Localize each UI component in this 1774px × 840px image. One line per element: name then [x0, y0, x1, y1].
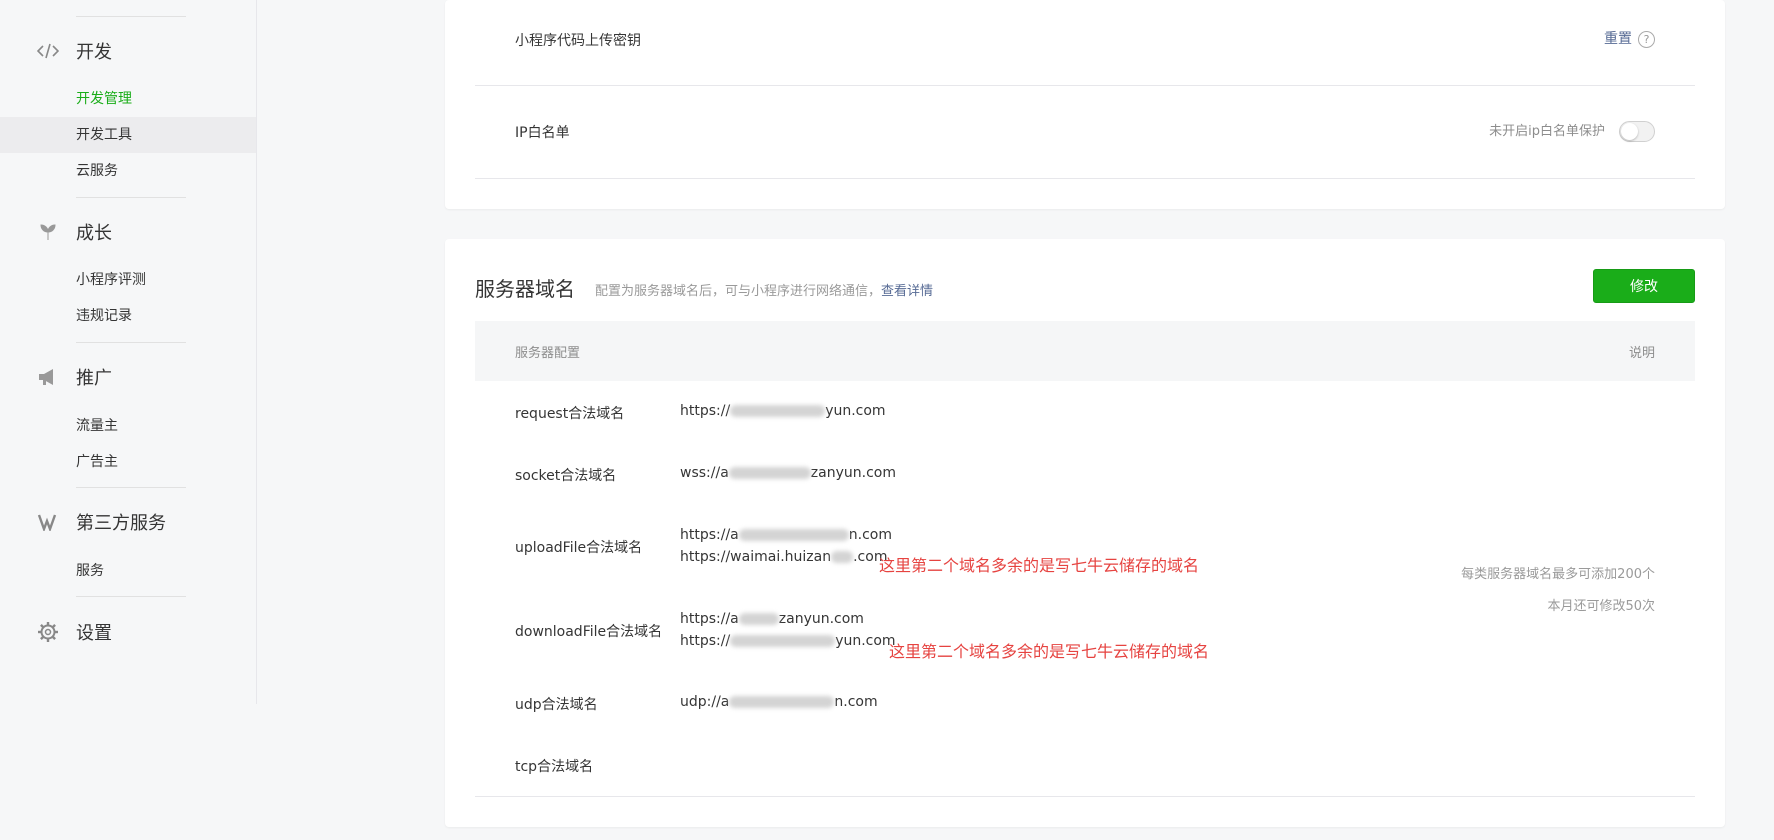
dev-settings-card: 小程序代码上传密钥 重置? IP白名单 未开启ip白名单保护 — [445, 0, 1725, 209]
sidebar-item-evaluation[interactable]: 小程序评测 — [0, 262, 256, 298]
edit-button[interactable]: 修改 — [1593, 269, 1695, 303]
ip-whitelist-label: IP白名单 — [515, 125, 570, 141]
sidebar-group-title: 设置 — [76, 623, 112, 644]
sidebar-group-title: 成长 — [76, 223, 112, 244]
redacted-blur — [738, 529, 849, 541]
socket-domain-value: wss://a zanyun.com — [680, 465, 896, 481]
socket-domain-label: socket合法域名 — [515, 468, 617, 484]
help-icon[interactable]: ? — [1638, 30, 1655, 48]
sidebar-item-traffic-owner[interactable]: 流量主 — [0, 408, 256, 444]
sidebar-item-violations[interactable]: 违规记录 — [0, 298, 256, 334]
request-domain-value: https://yun.com — [680, 403, 886, 419]
sidebar-group-title: 推广 — [76, 368, 112, 389]
toggle-knob — [1621, 123, 1638, 140]
sprout-icon — [36, 220, 60, 244]
view-details-link[interactable]: 查看详情 — [881, 284, 933, 299]
sidebar-group-settings[interactable]: 设置 — [36, 617, 112, 647]
sidebar-group-third-party[interactable]: 第三方服务 — [36, 507, 166, 537]
redacted-blur — [730, 405, 826, 417]
sidebar-group-promotion[interactable]: 推广 — [36, 362, 112, 392]
upload-annotation: 这里第二个域名多余的是写七牛云储存的域名 — [879, 556, 1200, 575]
download-domain-value: https://a zanyun.com https://yun.com — [680, 611, 896, 649]
sidebar-item-dev-manage[interactable]: 开发管理 — [0, 81, 256, 117]
upload-domain-label: uploadFile合法域名 — [515, 540, 643, 556]
section-description: 配置为服务器域名后，可与小程序进行网络通信，查看详情 — [595, 280, 933, 299]
sidebar-group-dev[interactable]: 开发 — [36, 36, 112, 66]
sidebar-item-services[interactable]: 服务 — [0, 553, 256, 589]
download-annotation: 这里第二个域名多余的是写七牛云储存的域名 — [889, 642, 1210, 661]
upload-domain-value: https://a n.com https://waimai.huizan .com — [680, 527, 892, 565]
description-text: 配置为服务器域名后，可与小程序进行网络通信， — [595, 284, 882, 299]
modify-count-note: 本月还可修改50次 — [1547, 599, 1655, 614]
redacted-blur — [729, 696, 835, 708]
udp-domain-label: udp合法域名 — [515, 697, 598, 713]
sidebar-item-dev-tools[interactable]: 开发工具 — [0, 117, 256, 153]
server-domain-card: 服务器域名 配置为服务器域名后，可与小程序进行网络通信，查看详情 修改 服务器配… — [445, 239, 1725, 827]
ip-whitelist-row: IP白名单 未开启ip白名单保护 — [475, 86, 1695, 179]
sidebar-divider — [76, 197, 186, 198]
upload-key-row: 小程序代码上传密钥 重置? — [475, 0, 1695, 86]
sidebar-divider — [76, 16, 186, 17]
megaphone-icon — [36, 365, 60, 389]
gear-icon — [36, 620, 60, 644]
code-icon — [36, 39, 60, 63]
download-domain-label: downloadFile合法域名 — [515, 624, 663, 640]
sidebar-group-title: 开发 — [76, 42, 112, 63]
reset-key-link[interactable]: 重置 — [1604, 31, 1632, 47]
udp-domain-value: udp://a n.com — [680, 694, 878, 710]
sidebar-divider — [76, 342, 186, 343]
redacted-blur — [730, 635, 836, 647]
sidebar-divider — [76, 596, 186, 597]
redacted-blur — [831, 551, 854, 563]
header-config: 服务器配置 — [515, 346, 581, 361]
request-domain-label: request合法域名 — [515, 406, 625, 422]
sidebar-group-growth[interactable]: 成长 — [36, 217, 112, 247]
sidebar-divider — [76, 487, 186, 488]
table-bottom-divider — [475, 796, 1695, 797]
redacted-blur — [738, 613, 779, 625]
header-note: 说明 — [1628, 346, 1655, 361]
table-header: 服务器配置 说明 — [475, 321, 1695, 381]
sidebar-item-advertiser[interactable]: 广告主 — [0, 444, 256, 480]
sidebar-item-cloud[interactable]: 云服务 — [0, 153, 256, 189]
third-party-icon — [36, 510, 60, 534]
tcp-domain-label: tcp合法域名 — [515, 759, 594, 775]
domain-limit-note: 每类服务器域名最多可添加200个 — [1461, 567, 1655, 582]
sidebar-nav: 开发 开发管理 开发工具 云服务 成长 小程序评测 违规记录 推广 流量主 广告… — [0, 0, 257, 704]
ip-whitelist-status: 未开启ip白名单保护 — [1489, 124, 1605, 139]
ip-whitelist-toggle[interactable] — [1619, 121, 1655, 142]
upload-key-label: 小程序代码上传密钥 — [515, 33, 641, 49]
redacted-blur — [728, 467, 811, 479]
sidebar-group-title: 第三方服务 — [76, 513, 166, 534]
section-title: 服务器域名 — [475, 277, 575, 301]
